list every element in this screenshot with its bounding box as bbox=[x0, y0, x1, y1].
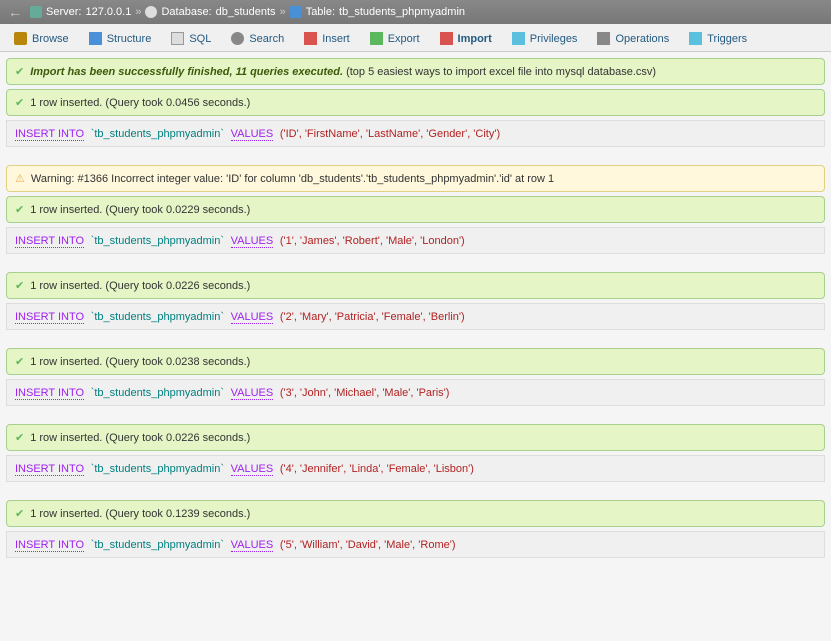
import-icon bbox=[440, 32, 453, 45]
tab-structure[interactable]: Structure bbox=[79, 26, 162, 51]
query-time: (Query took 0.0226 seconds.) bbox=[102, 280, 250, 292]
check-icon: ✔ bbox=[15, 65, 24, 78]
query-time: (Query took 0.1239 seconds.) bbox=[102, 508, 250, 520]
tab-operations[interactable]: Operations bbox=[587, 26, 679, 51]
row-inserted-banner: ✔ 1 row inserted. (Query took 0.0238 sec… bbox=[6, 348, 825, 375]
triggers-icon bbox=[689, 32, 702, 45]
row-inserted-text: 1 row inserted. bbox=[30, 432, 102, 444]
table-value[interactable]: tb_students_phpmyadmin bbox=[339, 6, 465, 18]
check-icon: ✔ bbox=[15, 203, 24, 216]
row-inserted-banner: ✔ 1 row inserted. (Query took 0.0226 sec… bbox=[6, 424, 825, 451]
search-icon bbox=[231, 32, 244, 45]
warning-icon: ⚠ bbox=[15, 172, 25, 185]
structure-icon bbox=[89, 32, 102, 45]
server-label: Server: bbox=[46, 6, 81, 18]
tabs: Browse Structure SQL Search Insert Expor… bbox=[0, 24, 831, 52]
query-time: (Query took 0.0456 seconds.) bbox=[102, 97, 250, 109]
tab-export[interactable]: Export bbox=[360, 26, 430, 51]
export-icon bbox=[370, 32, 383, 45]
row-inserted-banner: ✔ 1 row inserted. (Query took 0.0226 sec… bbox=[6, 272, 825, 299]
tab-import[interactable]: Import bbox=[430, 26, 502, 51]
row-inserted-banner: ✔ 1 row inserted. (Query took 0.1239 sec… bbox=[6, 500, 825, 527]
row-inserted-text: 1 row inserted. bbox=[30, 280, 102, 292]
warning-text: Warning: #1366 Incorrect integer value: … bbox=[31, 173, 554, 185]
row-inserted-banner: ✔ 1 row inserted. (Query took 0.0456 sec… bbox=[6, 89, 825, 116]
main-content: ✔ Import has been successfully finished,… bbox=[0, 52, 831, 582]
query-time: (Query took 0.0229 seconds.) bbox=[102, 204, 250, 216]
check-icon: ✔ bbox=[15, 507, 24, 520]
insert-icon bbox=[304, 32, 317, 45]
db-value[interactable]: db_students bbox=[216, 6, 276, 18]
table-icon bbox=[290, 6, 302, 18]
tab-sql[interactable]: SQL bbox=[161, 26, 221, 51]
tab-insert[interactable]: Insert bbox=[294, 26, 360, 51]
sql-icon bbox=[171, 32, 184, 45]
import-success-file: (top 5 easiest ways to import excel file… bbox=[343, 66, 656, 78]
sql-query: INSERT INTO `tb_students_phpmyadmin` VAL… bbox=[6, 120, 825, 147]
import-success-text: Import has been successfully finished, 1… bbox=[30, 66, 343, 78]
sql-query: INSERT INTO `tb_students_phpmyadmin` VAL… bbox=[6, 455, 825, 482]
database-icon bbox=[145, 6, 157, 18]
row-inserted-text: 1 row inserted. bbox=[30, 204, 102, 216]
row-inserted-text: 1 row inserted. bbox=[30, 356, 102, 368]
check-icon: ✔ bbox=[15, 355, 24, 368]
breadcrumb-separator: » bbox=[135, 6, 141, 18]
check-icon: ✔ bbox=[15, 279, 24, 292]
db-label: Database: bbox=[161, 6, 211, 18]
query-time: (Query took 0.0226 seconds.) bbox=[102, 432, 250, 444]
sql-query: INSERT INTO `tb_students_phpmyadmin` VAL… bbox=[6, 379, 825, 406]
import-success-banner: ✔ Import has been successfully finished,… bbox=[6, 58, 825, 85]
warning-banner: ⚠ Warning: #1366 Incorrect integer value… bbox=[6, 165, 825, 192]
query-time: (Query took 0.0238 seconds.) bbox=[102, 356, 250, 368]
sql-query: INSERT INTO `tb_students_phpmyadmin` VAL… bbox=[6, 303, 825, 330]
server-value[interactable]: 127.0.0.1 bbox=[85, 6, 131, 18]
breadcrumb-separator: » bbox=[280, 6, 286, 18]
sql-query: INSERT INTO `tb_students_phpmyadmin` VAL… bbox=[6, 227, 825, 254]
row-inserted-text: 1 row inserted. bbox=[30, 97, 102, 109]
table-label: Table: bbox=[306, 6, 335, 18]
sql-query: INSERT INTO `tb_students_phpmyadmin` VAL… bbox=[6, 531, 825, 558]
check-icon: ✔ bbox=[15, 96, 24, 109]
privileges-icon bbox=[512, 32, 525, 45]
server-icon bbox=[30, 6, 42, 18]
tab-browse[interactable]: Browse bbox=[4, 26, 79, 51]
row-inserted-text: 1 row inserted. bbox=[30, 508, 102, 520]
breadcrumb: ← Server: 127.0.0.1 » Database: db_stude… bbox=[0, 0, 831, 24]
operations-icon bbox=[597, 32, 610, 45]
tab-search[interactable]: Search bbox=[221, 26, 294, 51]
tab-privileges[interactable]: Privileges bbox=[502, 26, 588, 51]
check-icon: ✔ bbox=[15, 431, 24, 444]
browse-icon bbox=[14, 32, 27, 45]
back-arrow-icon[interactable]: ← bbox=[8, 4, 22, 20]
tab-triggers[interactable]: Triggers bbox=[679, 26, 757, 51]
row-inserted-banner: ✔ 1 row inserted. (Query took 0.0229 sec… bbox=[6, 196, 825, 223]
